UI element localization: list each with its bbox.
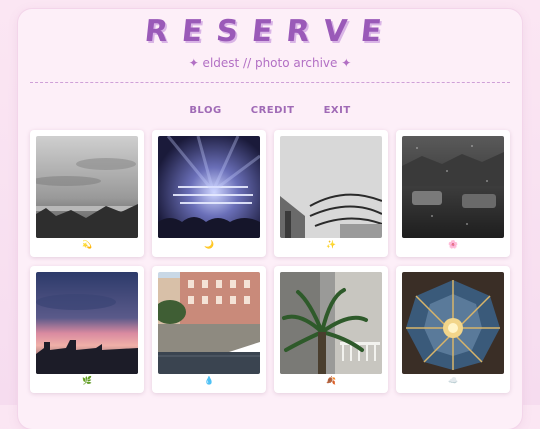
photo-caption-emoji: 🌿 — [82, 376, 92, 385]
photo-ceiling — [402, 272, 504, 374]
photo-caption-emoji: 💫 — [82, 240, 92, 249]
photo-palm — [280, 272, 382, 374]
photo-canal — [158, 272, 260, 374]
photo-arches — [280, 136, 382, 238]
site-title: RESERVE — [142, 14, 398, 49]
photo-caption-emoji: 🍂 — [326, 376, 336, 385]
nav-bar: BLOG CREDIT EXIT — [0, 98, 540, 117]
header-divider — [30, 82, 510, 83]
photo-caption-emoji: 💧 — [204, 376, 214, 385]
photo-sunset — [36, 272, 138, 374]
nav-link-blog[interactable]: BLOG — [189, 105, 221, 116]
photo-card[interactable]: ✨ — [274, 130, 388, 257]
nav-link-exit[interactable]: EXIT — [324, 105, 351, 116]
photo-caption-emoji: 🌙 — [204, 240, 214, 249]
photo-rainy-window — [402, 136, 504, 238]
photo-card[interactable]: 🌸 — [396, 130, 510, 257]
photo-cloudy-sky — [36, 136, 138, 238]
photo-caption-emoji: ☁️ — [448, 376, 458, 385]
site-subtitle: ✦ eldest // photo archive ✦ — [188, 56, 352, 70]
photo-card[interactable]: 🌙 — [152, 130, 266, 257]
photo-caption-emoji: 🌸 — [448, 240, 458, 249]
photo-card[interactable]: 🌿 — [30, 266, 144, 393]
photo-card[interactable]: ☁️ — [396, 266, 510, 393]
photo-concert — [158, 136, 260, 238]
photo-caption-emoji: ✨ — [326, 240, 336, 249]
photo-card[interactable]: 💧 — [152, 266, 266, 393]
photo-card[interactable]: 💫 — [30, 130, 144, 257]
photo-card[interactable]: 🍂 — [274, 266, 388, 393]
nav-link-credit[interactable]: CREDIT — [251, 105, 295, 116]
